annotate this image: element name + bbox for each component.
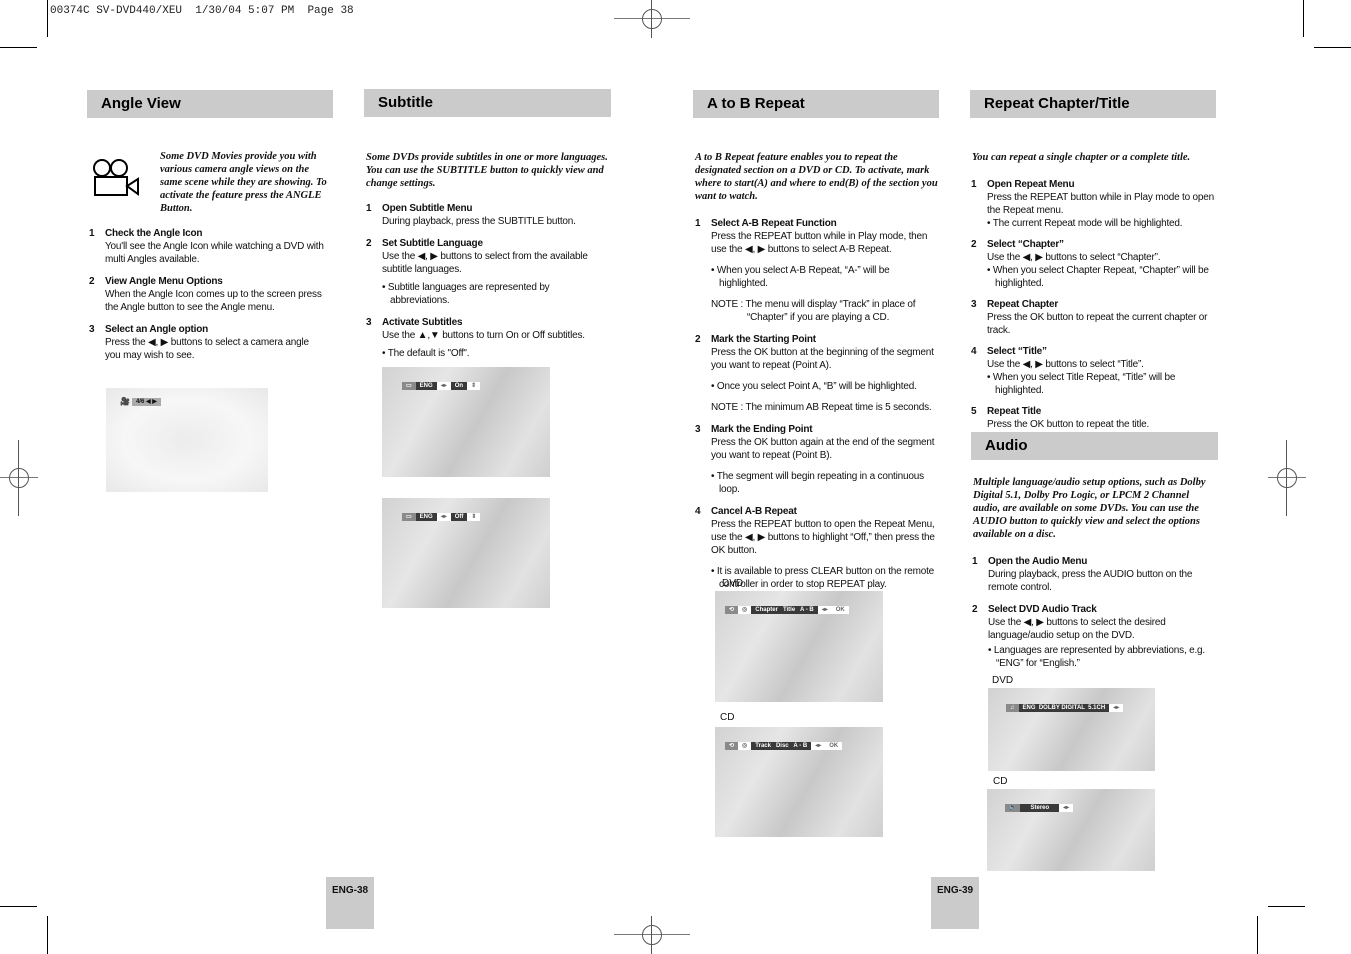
crop-mark — [1303, 0, 1304, 37]
registration-mark — [0, 440, 38, 516]
crop-mark — [47, 0, 48, 37]
ab-repeat-screen-dvd: ⟲ ◎ Chapter Title A - B ◂▸ OK — [715, 591, 883, 702]
repeat-icon: ⟲ — [725, 742, 739, 750]
page-number-left: ENG-38 — [326, 877, 374, 929]
speaker-icon: 🔈 — [1005, 804, 1021, 812]
angle-osd: 🎥 4/6 ◀ ▶ — [118, 398, 161, 406]
crop-mark — [0, 906, 37, 907]
section-heading-ab-repeat: A to B Repeat — [693, 90, 939, 118]
angle-value: 4/6 ◀ ▶ — [131, 398, 161, 406]
step-item: 5 Repeat Title Press the OK button to repe… — [971, 406, 1150, 430]
section-heading-angle-view: Angle View — [87, 90, 333, 118]
print-slug: 00374C SV-DVD440/XEU 1/30/04 5:07 PM Pag… — [50, 5, 354, 17]
repeat-icon: ⟲ — [725, 606, 739, 614]
section-heading-repeat-chapter-title: Repeat Chapter/Title — [970, 90, 1216, 118]
step-item: 3 Mark the Ending Point Press the OK butto… — [695, 424, 935, 495]
crop-mark — [47, 916, 48, 954]
intro-text: A to B Repeat feature enables you to rep… — [695, 152, 938, 202]
intro-text: Multiple language/audio setup options, s… — [973, 477, 1206, 540]
up-down-icon: ⇕ — [467, 513, 481, 521]
arrows-icon: ◂▸ — [1109, 704, 1124, 712]
up-down-icon: ⇕ — [467, 382, 481, 390]
disc-icon: ◎ — [738, 742, 752, 750]
crop-mark — [1268, 906, 1305, 907]
step-item: 4 Select “Title” Use the ◀, ▶ buttons to s… — [971, 346, 1176, 396]
angle-steps: 1 Check the Angle Icon You'll see the Angl… — [89, 227, 334, 371]
arrows-icon: ◂▸ — [817, 606, 832, 614]
screen-caption-dvd: DVD — [722, 578, 744, 589]
arrows-icon: ◂▸ — [811, 742, 826, 750]
subtitle-icon: ▭ — [402, 513, 416, 521]
crop-mark — [0, 47, 37, 48]
step-item: 2 Select “Chapter” Use the ◀, ▶ buttons to… — [971, 239, 1209, 289]
subtitle-screen-off: ▭ ENG ◂▸ Off ⇕ — [382, 498, 550, 608]
arrows-icon: ◂▸ — [436, 382, 451, 390]
step-item: 1 Select A-B Repeat Function Press the REP… — [695, 218, 928, 323]
step-item: 2 Set Subtitle Language Use the ◀, ▶ butto… — [366, 238, 588, 306]
arrows-icon: ◂▸ — [1059, 804, 1074, 812]
step-item: 1 Open the Audio Menu During playback, pre… — [972, 556, 1193, 593]
registration-mark — [1268, 440, 1306, 516]
screen-caption-dvd: DVD — [992, 675, 1014, 686]
subtitle-icon: ▭ — [402, 382, 416, 390]
registration-mark — [614, 916, 690, 954]
angle-icon: 🎥 — [120, 397, 130, 406]
intro-text: You can repeat a single chapter or a com… — [972, 152, 1191, 163]
step-item: 1 Open Subtitle Menu During playback, pres… — [366, 203, 576, 227]
step-item: 2 Select DVD Audio Track Use the ◀, ▶ butt… — [972, 604, 1205, 669]
audio-screen-dvd: ♫ ENG DOLBY DIGITAL 5.1CH ◂▸ — [988, 688, 1155, 771]
registration-mark — [614, 0, 690, 38]
audio-screen-cd: 🔈 Stereo ◂▸ — [987, 789, 1155, 871]
crop-mark — [1314, 47, 1351, 48]
ab-repeat-screen-cd: ⟲ ◎ Track Disc A - B ◂▸ OK — [715, 727, 883, 837]
disc-icon: ◎ — [738, 606, 752, 614]
step-item: 1 Open Repeat Menu Press the REPEAT button… — [971, 179, 1214, 229]
screen-caption-cd: CD — [993, 776, 1008, 787]
subtitle-screen-on: ▭ ENG ◂▸ On ⇕ — [382, 367, 550, 477]
screen-caption-cd: CD — [720, 712, 735, 723]
section-heading-audio: Audio — [971, 432, 1218, 460]
arrows-icon: ◂▸ — [436, 513, 451, 521]
page-number-right: ENG-39 — [931, 877, 979, 929]
step-item: 2 Mark the Starting Point Press the OK but… — [695, 334, 934, 413]
movie-camera-icon — [90, 158, 142, 198]
audio-steps: 1 Open the Audio Menu During playback, pre… — [972, 555, 1212, 679]
step-item: 2 View Angle Menu Options When the Angle I… — [89, 276, 322, 313]
step-item: 3 Select an Angle option Press the ◀, ▶ bu… — [89, 324, 309, 361]
section-heading-subtitle: Subtitle — [364, 89, 611, 117]
intro-text: Some DVDs provide subtitles in one or mo… — [366, 152, 608, 189]
step-item: 3 Repeat Chapter Press the OK button to re… — [971, 299, 1208, 336]
ab-repeat-steps: 1 Select A-B Repeat Function Press the REP… — [695, 217, 940, 600]
angle-screen-illustration: 🎥 4/6 ◀ ▶ — [106, 388, 268, 492]
repeat-chapter-steps: 1 Open Repeat Menu Press the REPEAT button… — [971, 178, 1219, 439]
step-item: 1 Check the Angle Icon You'll see the Angl… — [89, 228, 324, 265]
subtitle-steps: 1 Open Subtitle Menu During playback, pres… — [366, 202, 611, 369]
intro-text: Some DVD Movies provide you with various… — [160, 151, 327, 214]
crop-mark — [1257, 916, 1258, 954]
audio-icon: ♫ — [1006, 704, 1019, 712]
step-item: 3 Activate Subtitles Use the ▲,▼ buttons t… — [366, 317, 585, 359]
